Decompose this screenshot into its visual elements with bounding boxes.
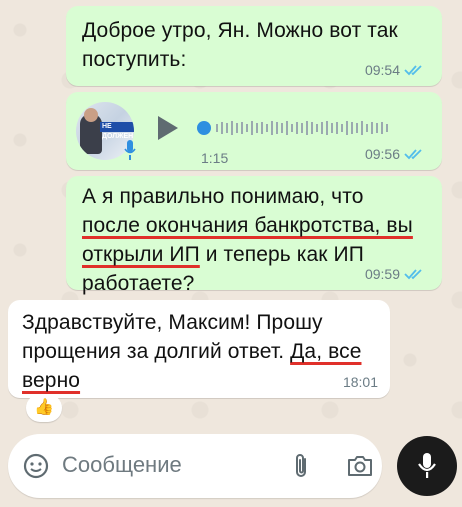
double-check-icon	[404, 269, 422, 280]
double-check-icon	[404, 65, 422, 76]
message-time: 09:54	[364, 62, 400, 78]
waveform[interactable]	[196, 116, 406, 140]
camera-icon[interactable]	[346, 454, 374, 478]
avatar-banner: НЕ ДОЛЖЕН	[100, 122, 134, 140]
annotated-text: верно	[22, 369, 81, 392]
reaction-badge[interactable]: 👍	[26, 394, 62, 422]
microphone-icon	[418, 453, 436, 478]
message-time: 09:59	[364, 266, 400, 282]
message-meta: 09:59	[365, 266, 426, 282]
annotated-text: после окончания банкротства, вы	[82, 214, 413, 237]
emoji-icon[interactable]	[22, 452, 50, 480]
double-check-icon	[404, 149, 422, 160]
message-meta: 18:01	[343, 374, 378, 390]
message-text: Здравствуйте, Максим! Прошу прощения за …	[22, 308, 361, 395]
message-bubble-outgoing[interactable]: Доброе утро, Ян. Можно вот так поступить…	[66, 6, 442, 86]
message-bubble-incoming[interactable]: Здравствуйте, Максим! Прошу прощения за …	[8, 300, 390, 398]
message-time: 18:01	[342, 374, 378, 390]
play-icon[interactable]	[156, 114, 180, 142]
message-time: 09:56	[364, 146, 400, 162]
paperclip-icon[interactable]	[290, 452, 312, 480]
voice-duration: 1:15	[201, 150, 229, 166]
annotated-text: Да, все	[290, 340, 362, 363]
message-text: А я правильно понимаю, что после окончан…	[82, 185, 413, 295]
voice-record-button[interactable]	[397, 436, 457, 496]
microphone-icon	[124, 140, 136, 160]
voice-message-bubble[interactable]: НЕ ДОЛЖЕН 1:15 09:56	[66, 92, 442, 170]
message-composer[interactable]: Сообщение	[8, 434, 382, 498]
message-meta: 09:56	[365, 146, 426, 162]
message-bubble-outgoing[interactable]: А я правильно понимаю, что после окончан…	[66, 176, 442, 295]
avatar-head	[84, 108, 98, 122]
message-input[interactable]: Сообщение	[62, 452, 182, 478]
annotated-text: открыли ИП	[82, 243, 200, 266]
message-text: Доброе утро, Ян. Можно вот так поступить…	[82, 19, 398, 71]
message-meta: 09:54	[365, 62, 426, 78]
